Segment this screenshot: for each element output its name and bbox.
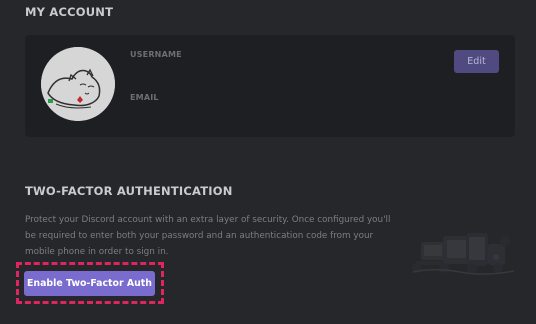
- avatar[interactable]: [41, 47, 115, 121]
- my-account-title: MY ACCOUNT: [25, 5, 114, 19]
- cat-avatar-icon: [41, 47, 115, 121]
- email-label: EMAIL: [130, 93, 159, 102]
- two-factor-title: TWO-FACTOR AUTHENTICATION: [25, 184, 233, 198]
- two-factor-description: Protect your Discord account with an ext…: [25, 215, 391, 257]
- edit-button[interactable]: Edit: [454, 50, 499, 73]
- account-card: USERNAME EMAIL Edit: [25, 35, 515, 137]
- settings-page: MY ACCOUNT USERNAME EMAIL Edit TWO-FACTO…: [0, 0, 536, 324]
- devices-illustration-icon: [412, 233, 515, 275]
- username-label: USERNAME: [130, 50, 182, 59]
- enable-two-factor-button[interactable]: Enable Two-Factor Auth: [24, 271, 155, 296]
